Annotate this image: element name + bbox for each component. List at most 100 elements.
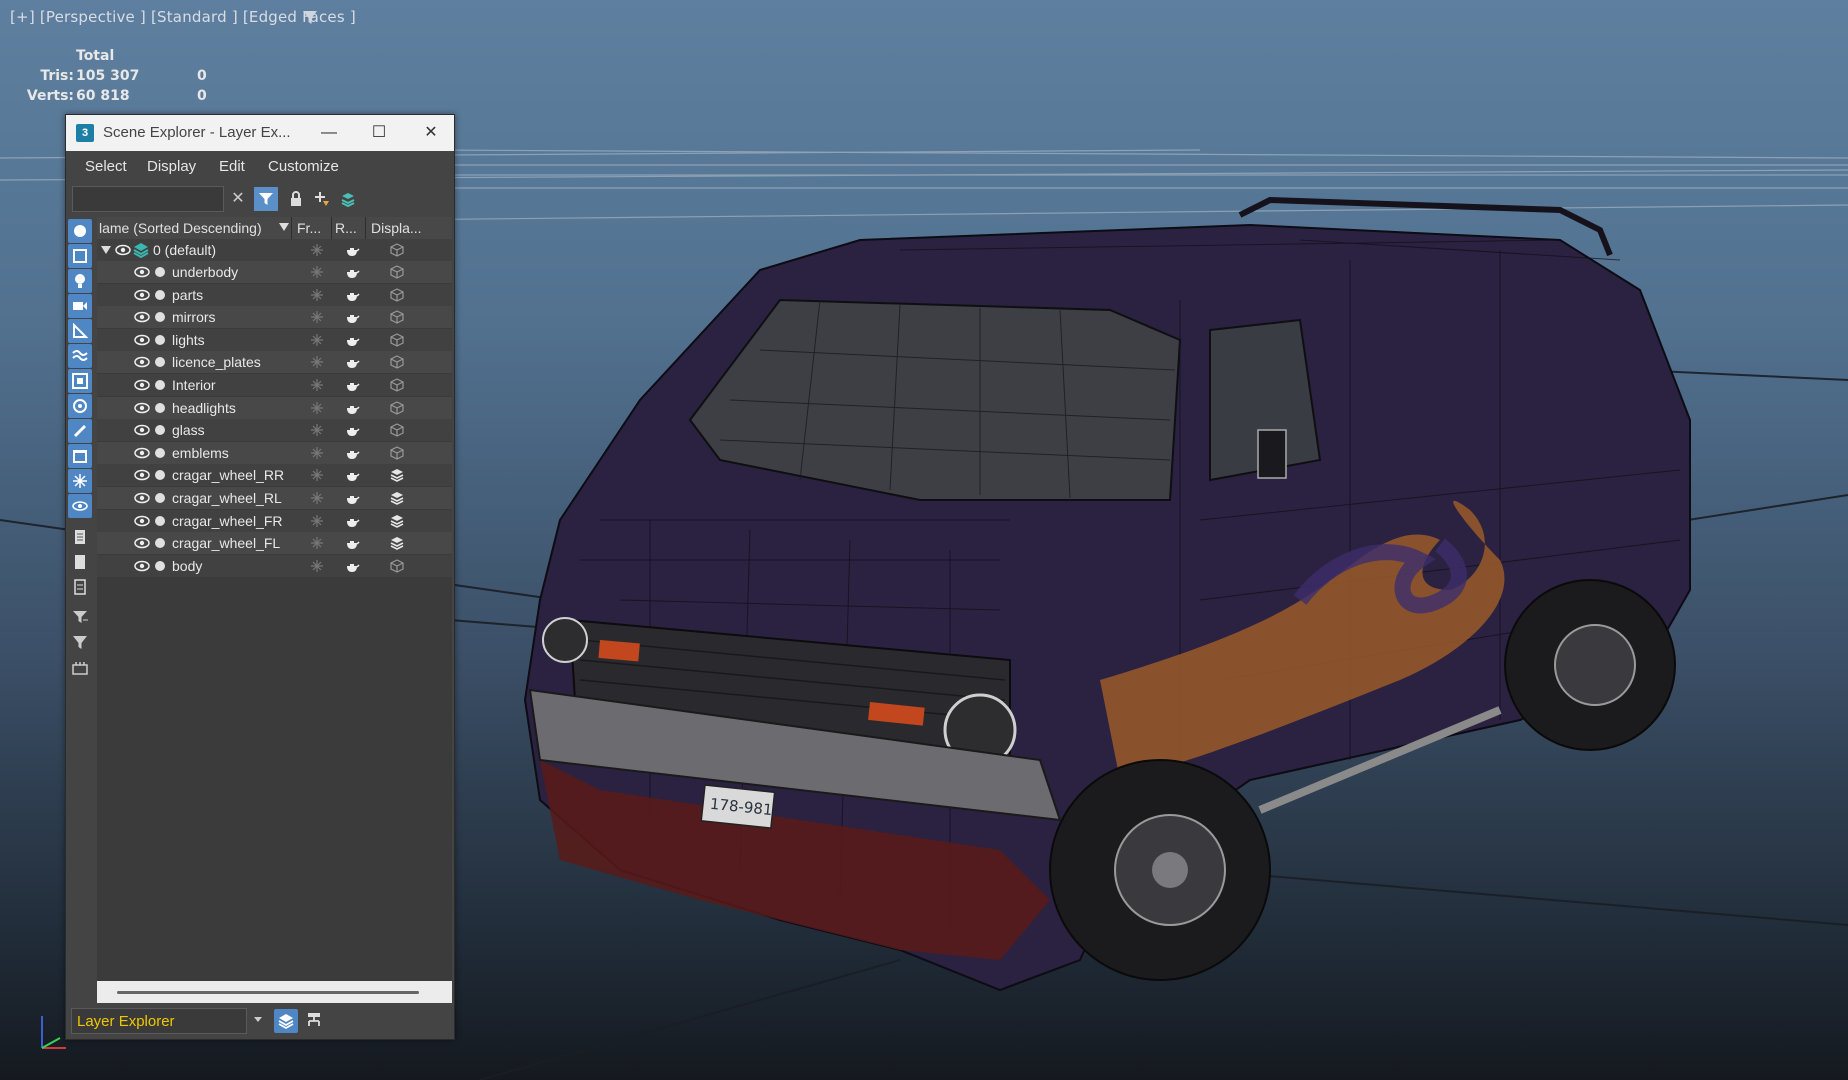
- scrollbar-thumb[interactable]: [117, 991, 419, 994]
- scene-explorer-window[interactable]: 3 Scene Explorer - Layer Ex... — ☐ ✕ Sel…: [65, 114, 455, 1040]
- render-teapot-icon[interactable]: [344, 490, 360, 506]
- display-invert-icon[interactable]: [68, 575, 92, 599]
- display-bones-icon[interactable]: [68, 419, 92, 443]
- layer-row[interactable]: Interior: [97, 374, 452, 396]
- eye-icon[interactable]: [134, 468, 150, 482]
- sort-dropdown-icon[interactable]: [279, 223, 289, 233]
- render-teapot-icon[interactable]: [344, 377, 360, 393]
- eye-icon[interactable]: [115, 243, 131, 257]
- frozen-icon[interactable]: [309, 242, 325, 258]
- frozen-icon[interactable]: [309, 377, 325, 393]
- eye-icon[interactable]: [134, 423, 150, 437]
- selection-set-icon[interactable]: [68, 656, 92, 680]
- display-geometry-icon[interactable]: [68, 219, 92, 243]
- frozen-icon[interactable]: [309, 354, 325, 370]
- display-lights-icon[interactable]: [68, 269, 92, 293]
- render-teapot-icon[interactable]: [344, 467, 360, 483]
- render-teapot-icon[interactable]: [344, 513, 360, 529]
- display-column-header[interactable]: Displa...: [371, 220, 422, 236]
- layer-row[interactable]: headlights: [97, 396, 452, 419]
- display-cube-icon[interactable]: [389, 354, 405, 370]
- layer-row[interactable]: licence_plates: [97, 351, 452, 374]
- layer-row[interactable]: mirrors: [97, 306, 452, 329]
- render-teapot-icon[interactable]: [344, 242, 360, 258]
- display-layers-icon[interactable]: [389, 490, 405, 506]
- display-shapes-icon[interactable]: [68, 244, 92, 268]
- lock-icon[interactable]: [284, 187, 308, 211]
- window-titlebar[interactable]: 3 Scene Explorer - Layer Ex... — ☐ ✕: [66, 115, 454, 151]
- eye-icon[interactable]: [134, 491, 150, 505]
- eye-icon[interactable]: [134, 446, 150, 460]
- layer-row[interactable]: cragar_wheel_FR: [97, 509, 452, 532]
- render-teapot-icon[interactable]: [344, 332, 360, 348]
- viewport-filter-icon[interactable]: [302, 10, 318, 26]
- layer-row[interactable]: cragar_wheel_FL: [97, 532, 452, 555]
- display-cube-icon[interactable]: [389, 377, 405, 393]
- new-layer-icon[interactable]: [310, 187, 334, 211]
- layer-row[interactable]: cragar_wheel_RR: [97, 464, 452, 487]
- chevron-down-icon[interactable]: [254, 1017, 262, 1022]
- display-cube-icon[interactable]: [389, 287, 405, 303]
- display-cube-icon[interactable]: [389, 309, 405, 325]
- close-button[interactable]: ✕: [408, 115, 454, 151]
- display-groups-icon[interactable]: [68, 369, 92, 393]
- display-cube-icon[interactable]: [389, 242, 405, 258]
- display-layers-icon[interactable]: [389, 467, 405, 483]
- layer-row[interactable]: cragar_wheel_RL: [97, 487, 452, 509]
- display-none-icon[interactable]: [68, 550, 92, 574]
- display-layers-icon[interactable]: [389, 513, 405, 529]
- display-hidden-icon[interactable]: [68, 494, 92, 518]
- collapse-arrow-icon[interactable]: [101, 246, 111, 256]
- render-teapot-icon[interactable]: [344, 445, 360, 461]
- eye-icon[interactable]: [134, 559, 150, 573]
- eye-icon[interactable]: [134, 265, 150, 279]
- display-frozen-icon[interactable]: [68, 469, 92, 493]
- eye-icon[interactable]: [134, 536, 150, 550]
- frozen-column-header[interactable]: Fr...: [297, 220, 321, 236]
- frozen-icon[interactable]: [309, 287, 325, 303]
- frozen-icon[interactable]: [309, 445, 325, 461]
- layer-row[interactable]: body: [97, 554, 452, 577]
- clear-search-icon[interactable]: ✕: [226, 187, 250, 211]
- render-column-header[interactable]: R...: [335, 220, 357, 236]
- display-containers-icon[interactable]: [68, 444, 92, 468]
- menu-select[interactable]: Select: [85, 158, 127, 175]
- explorer-type-dropdown[interactable]: Layer Explorer: [71, 1008, 247, 1034]
- display-layers-icon[interactable]: [389, 535, 405, 551]
- eye-icon[interactable]: [134, 288, 150, 302]
- layer-row[interactable]: lights: [97, 328, 452, 351]
- display-spacewarps-icon[interactable]: [68, 344, 92, 368]
- frozen-icon[interactable]: [309, 332, 325, 348]
- frozen-icon[interactable]: [309, 558, 325, 574]
- frozen-icon[interactable]: [309, 264, 325, 280]
- render-teapot-icon[interactable]: [344, 535, 360, 551]
- render-teapot-icon[interactable]: [344, 354, 360, 370]
- layer-tree[interactable]: lame (Sorted Descending) Fr... R... Disp…: [97, 217, 452, 981]
- display-cube-icon[interactable]: [389, 445, 405, 461]
- eye-icon[interactable]: [134, 355, 150, 369]
- display-xrefs-icon[interactable]: [68, 394, 92, 418]
- filter-icon[interactable]: [68, 631, 92, 655]
- root-layer-row[interactable]: 0 (default): [97, 239, 452, 261]
- sort-by-hierarchy-icon[interactable]: [302, 1009, 326, 1033]
- menu-customize[interactable]: Customize: [268, 158, 339, 175]
- render-teapot-icon[interactable]: [344, 309, 360, 325]
- display-cube-icon[interactable]: [389, 400, 405, 416]
- eye-icon[interactable]: [134, 310, 150, 324]
- frozen-icon[interactable]: [309, 400, 325, 416]
- filter-settings-icon[interactable]: [68, 606, 92, 630]
- eye-icon[interactable]: [134, 333, 150, 347]
- sort-by-layer-icon[interactable]: [274, 1009, 298, 1033]
- render-teapot-icon[interactable]: [344, 558, 360, 574]
- frozen-icon[interactable]: [309, 422, 325, 438]
- name-column-header[interactable]: lame (Sorted Descending): [99, 220, 262, 236]
- display-all-icon[interactable]: [68, 525, 92, 549]
- search-input[interactable]: [72, 186, 224, 212]
- render-teapot-icon[interactable]: [344, 287, 360, 303]
- minimize-button[interactable]: —: [306, 115, 352, 151]
- display-helpers-icon[interactable]: [68, 319, 92, 343]
- frozen-icon[interactable]: [309, 309, 325, 325]
- display-cube-icon[interactable]: [389, 264, 405, 280]
- frozen-icon[interactable]: [309, 467, 325, 483]
- layer-row[interactable]: underbody: [97, 261, 452, 283]
